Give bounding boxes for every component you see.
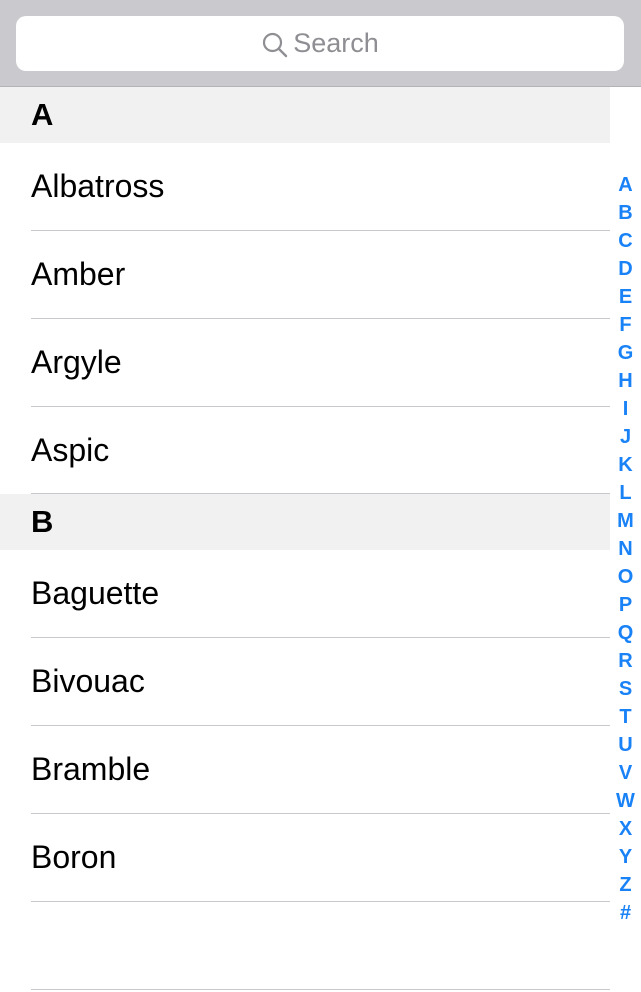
index-letter[interactable]: T (610, 703, 641, 731)
section-title: B (31, 504, 54, 539)
list-item-label: Baguette (31, 575, 160, 611)
index-letter[interactable]: A (610, 171, 641, 199)
index-letter[interactable]: Q (610, 619, 641, 647)
index-letter[interactable]: Y (610, 843, 641, 871)
index-letter[interactable]: Z (610, 871, 641, 899)
list-item-label: Bramble (31, 751, 151, 787)
list-item-label: Argyle (31, 344, 122, 380)
list-item[interactable]: Bramble (0, 726, 610, 814)
search-placeholder: Search (293, 28, 379, 58)
section-header-a: A (0, 87, 610, 143)
table-list: A Albatross Amber Argyle Aspic B Baguett… (0, 87, 610, 990)
list-item[interactable]: Amber (0, 231, 610, 319)
section-index-bar[interactable]: A B C D E F G H I J K L M N O P Q R S T U V W X Y Z # (610, 171, 641, 927)
list-item-label: Albatross (31, 168, 165, 204)
index-letter[interactable]: D (610, 255, 641, 283)
index-letter[interactable]: M (610, 507, 641, 535)
list-item[interactable]: Argyle (0, 319, 610, 407)
index-letter[interactable]: S (610, 675, 641, 703)
list-item-label: Boron (31, 839, 117, 875)
list-item[interactable]: Albatross (0, 143, 610, 231)
index-letter[interactable]: K (610, 451, 641, 479)
index-letter[interactable]: I (610, 395, 641, 423)
list-item-empty (0, 902, 610, 990)
section-title: A (31, 97, 54, 132)
contacts-list-screen: Search A Albatross Amber Argyle Aspic B … (0, 0, 641, 992)
index-letter[interactable]: F (610, 311, 641, 339)
index-letter[interactable]: # (610, 899, 641, 927)
list-item[interactable]: Bivouac (0, 638, 610, 726)
index-letter[interactable]: J (610, 423, 641, 451)
list-item[interactable]: Baguette (0, 550, 610, 638)
search-bar: Search (0, 0, 641, 87)
index-letter[interactable]: G (610, 339, 641, 367)
index-letter[interactable]: V (610, 759, 641, 787)
list-item[interactable]: Aspic (0, 407, 610, 494)
index-letter[interactable]: E (610, 283, 641, 311)
index-letter[interactable]: L (610, 479, 641, 507)
index-letter[interactable]: W (610, 787, 641, 815)
search-icon (263, 32, 288, 57)
section-header-b: B (0, 494, 610, 550)
list-item-label: Aspic (31, 432, 110, 468)
index-letter[interactable]: H (610, 367, 641, 395)
index-letter[interactable]: U (610, 731, 641, 759)
list-item-label: Bivouac (31, 663, 145, 699)
search-field[interactable]: Search (16, 16, 624, 71)
index-letter[interactable]: X (610, 815, 641, 843)
list-item[interactable]: Boron (0, 814, 610, 902)
index-letter[interactable]: R (610, 647, 641, 675)
index-letter[interactable]: C (610, 227, 641, 255)
index-letter[interactable]: O (610, 563, 641, 591)
index-letter[interactable]: B (610, 199, 641, 227)
index-letter[interactable]: N (610, 535, 641, 563)
index-letter[interactable]: P (610, 591, 641, 619)
list-item-label: Amber (31, 256, 126, 292)
